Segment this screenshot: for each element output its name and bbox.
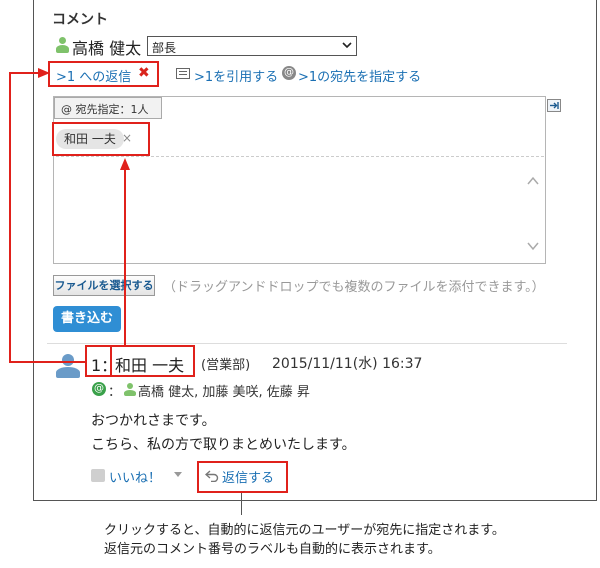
quote-link[interactable]: >1を引用する [194,66,278,85]
expand-icon[interactable] [547,99,561,112]
comment-timestamp: 2015/11/11(水) 16:37 [272,356,423,372]
arrow-head-icon [120,158,130,170]
scroll-up-icon[interactable] [527,176,539,186]
comment-department: (営業部) [201,358,251,373]
at-icon: @ [92,382,106,396]
specify-address-link[interactable]: >1の宛先を指定する [298,66,421,85]
caption-line: 返信元のコメント番号のラベルも自動的に表示されます。 [104,542,441,557]
choose-file-button[interactable]: ファイルを選択する [53,275,155,296]
like-icon [91,469,105,482]
connector-line [124,168,126,346]
comment-body-line: おつかれさまです。 [91,413,216,429]
highlight-reply-action [197,461,288,493]
chevron-down-icon [342,42,352,49]
highlight-comment-number [85,345,112,377]
file-hint: （ドラッグアンドドロップでも複数のファイルを添付できます。） [163,280,545,295]
connector-line [9,72,11,363]
section-title: コメント [52,12,108,28]
caption-pointer-line [241,493,242,515]
comment-body-line: こちら、私の方で取りまとめいたします。 [91,437,356,453]
address-header[interactable]: @ 宛先指定：1人 [54,97,162,119]
poster-name: 高橋 健太 [72,39,142,58]
department-value: 部長 [152,41,177,55]
at-icon: @ [282,66,296,80]
user-icon [124,383,136,396]
highlight-comment-author [110,345,195,377]
author-avatar-icon [56,354,80,378]
department-select[interactable]: 部長 [147,36,357,56]
recipients-separator: ： [108,385,122,400]
like-link[interactable]: いいね！ [109,467,161,486]
arrow-head-icon [38,68,50,78]
caret-down-icon[interactable] [174,472,182,477]
quote-icon [176,68,190,79]
comment-recipients: 高橋 健太, 加藤 美咲, 佐藤 昇 [138,385,310,400]
highlight-reply-label [48,61,159,87]
scroll-down-icon[interactable] [527,241,539,251]
connector-line [9,361,86,363]
editor-divider [56,156,544,157]
highlight-address-chip [52,122,150,156]
submit-button[interactable]: 書き込む [53,306,121,332]
user-icon [55,37,69,53]
caption-line: クリックすると、自動的に返信元のユーザーが宛先に指定されます。 [104,523,505,538]
caption: クリックすると、自動的に返信元のユーザーが宛先に指定されます。 返信元のコメント… [104,521,505,559]
